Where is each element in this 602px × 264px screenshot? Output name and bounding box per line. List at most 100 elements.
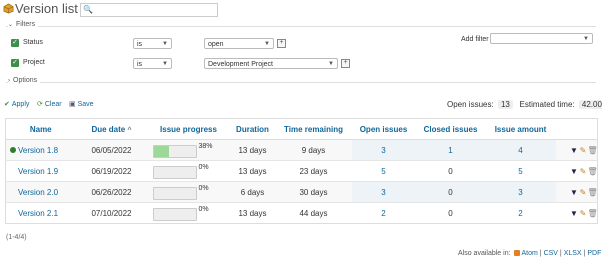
issue-progress-cell: 0% xyxy=(147,202,230,224)
status-toggle-multi-icon[interactable]: + xyxy=(277,39,286,48)
separator: | xyxy=(583,250,586,257)
version-name-cell[interactable]: Version 2.1 xyxy=(5,202,76,224)
export-csv-link[interactable]: CSV xyxy=(544,250,558,257)
column-header-closed-issues[interactable]: Closed issues xyxy=(415,118,486,140)
duration-cell: 13 days xyxy=(229,160,276,182)
column-header-name[interactable]: Name xyxy=(5,118,76,140)
closed-issues-cell[interactable]: 1 xyxy=(415,139,486,161)
filters-legend[interactable]: ⌄ Filters xyxy=(8,21,39,28)
export-pdf-link[interactable]: PDF xyxy=(587,250,601,257)
pencil-icon[interactable]: ✎ xyxy=(579,167,588,176)
project-toggle-multi-icon[interactable]: + xyxy=(341,59,350,68)
column-header-duration[interactable]: Duration xyxy=(229,118,276,140)
open-issues-link[interactable]: 2 xyxy=(381,209,385,218)
closed-issues-link[interactable]: 1 xyxy=(448,146,452,155)
add-filter-label: Add filter xyxy=(461,36,489,43)
table-row: Version 2.0 06/26/2022 0% 6 days 30 days… xyxy=(5,181,598,203)
filter-icon[interactable]: ▼ xyxy=(570,188,579,197)
column-header-time-remaining[interactable]: Time remaining xyxy=(275,118,352,140)
apply-button[interactable]: ✔ Apply xyxy=(4,100,29,108)
progress-percent: 0% xyxy=(198,206,209,213)
project-filter-checkbox[interactable]: ✓ xyxy=(11,59,19,67)
issue-amount-link[interactable]: 2 xyxy=(518,209,522,218)
issue-amount-cell[interactable]: 3 xyxy=(485,181,556,203)
version-name-cell[interactable]: Version 1.9 xyxy=(5,160,76,182)
column-header-actions xyxy=(555,118,598,140)
due-date-cell: 06/19/2022 xyxy=(75,160,148,182)
issue-amount-cell[interactable]: 4 xyxy=(485,139,556,161)
status-operator-value: is xyxy=(137,41,143,48)
table-row: Version 2.1 07/10/2022 0% 13 days 44 day… xyxy=(5,202,598,224)
open-issues-cell[interactable]: 3 xyxy=(351,139,416,161)
project-value-select[interactable]: Development Project ▼ xyxy=(204,58,338,69)
pencil-icon[interactable]: ✎ xyxy=(579,209,588,218)
options-legend[interactable]: › Options xyxy=(8,77,41,84)
clear-label: Clear xyxy=(44,101,62,108)
issue-progress-cell: 0% xyxy=(147,181,230,203)
estimated-time-label: Estimated time: xyxy=(519,100,575,109)
open-issues-link[interactable]: 5 xyxy=(381,167,385,176)
chevron-down-icon: ▼ xyxy=(328,61,334,67)
duration-cell: 13 days xyxy=(229,139,276,161)
closed-issues-cell: 0 xyxy=(415,160,486,182)
version-name-cell[interactable]: Version 2.0 xyxy=(5,181,76,203)
pencil-icon[interactable]: ✎ xyxy=(579,188,588,197)
project-operator-select[interactable]: is ▼ xyxy=(133,58,172,69)
trash-icon[interactable]: 🗑 xyxy=(588,209,598,218)
save-label: Save xyxy=(77,101,94,108)
row-actions-cell: ▼ ✎🗑 xyxy=(555,139,598,161)
open-issues-link[interactable]: 3 xyxy=(381,146,385,155)
search-icon: 🔍 xyxy=(83,5,93,14)
filter-icon[interactable]: ▼ xyxy=(570,209,579,218)
time-remaining-cell: 44 days xyxy=(275,202,352,224)
progress-fill xyxy=(153,146,170,157)
column-header-open-issues[interactable]: Open issues xyxy=(351,118,416,140)
open-issues-cell[interactable]: 5 xyxy=(351,160,416,182)
search-input[interactable]: 🔍 xyxy=(80,3,218,17)
trash-icon[interactable]: 🗑 xyxy=(588,146,598,155)
version-name-cell[interactable]: Version 1.8 xyxy=(5,139,76,161)
issue-amount-link[interactable]: 4 xyxy=(518,146,522,155)
export-atom-link[interactable]: Atom xyxy=(521,250,537,257)
issue-amount-link[interactable]: 5 xyxy=(518,167,522,176)
column-issue-amount-label: Issue amount xyxy=(494,124,547,134)
project-operator-value: is xyxy=(137,61,143,68)
version-name-link[interactable]: Version 1.9 xyxy=(18,167,58,176)
progress-bar xyxy=(152,145,197,158)
sort-asc-icon: ^ xyxy=(127,126,132,134)
status-operator-select[interactable]: is ▼ xyxy=(133,38,172,49)
table-row: Version 1.8 06/05/2022 38% 13 days 9 day… xyxy=(5,139,598,161)
export-xlsx-link[interactable]: XLSX xyxy=(564,250,582,257)
pencil-icon[interactable]: ✎ xyxy=(579,146,588,155)
status-value-select[interactable]: open ▼ xyxy=(204,38,274,49)
column-header-issue-amount[interactable]: Issue amount xyxy=(485,118,556,140)
filters-legend-label: Filters xyxy=(16,21,36,28)
filters-divider xyxy=(6,26,596,27)
status-filter-checkbox[interactable]: ✓ xyxy=(11,39,19,47)
version-name-link[interactable]: Version 2.0 xyxy=(18,188,58,197)
column-due-date-label: Due date xyxy=(91,124,126,134)
issue-amount-link[interactable]: 3 xyxy=(518,188,522,197)
column-header-due-date[interactable]: Due date ^ xyxy=(75,118,148,140)
filter-icon[interactable]: ▼ xyxy=(570,146,579,155)
due-date-cell: 06/05/2022 xyxy=(75,139,148,161)
package-icon xyxy=(3,3,14,14)
open-issues-link[interactable]: 3 xyxy=(381,188,385,197)
issue-amount-cell[interactable]: 5 xyxy=(485,160,556,182)
version-name-link[interactable]: Version 1.8 xyxy=(18,146,58,155)
trash-icon[interactable]: 🗑 xyxy=(588,188,598,197)
issue-amount-cell[interactable]: 2 xyxy=(485,202,556,224)
separator: | xyxy=(559,250,562,257)
column-closed-issues-label: Closed issues xyxy=(423,124,478,134)
progress-percent: 0% xyxy=(198,164,209,171)
trash-icon[interactable]: 🗑 xyxy=(588,167,598,176)
open-issues-cell[interactable]: 3 xyxy=(351,181,416,203)
filter-icon[interactable]: ▼ xyxy=(570,167,579,176)
add-filter-select[interactable]: ▼ xyxy=(490,33,593,44)
clear-button[interactable]: ⟳ Clear xyxy=(37,100,62,108)
estimated-time-value: 42.00 xyxy=(578,100,602,109)
open-issues-cell[interactable]: 2 xyxy=(351,202,416,224)
column-header-issue-progress[interactable]: Issue progress xyxy=(147,118,230,140)
version-name-link[interactable]: Version 2.1 xyxy=(18,209,58,218)
save-button[interactable]: ▣ Save xyxy=(69,100,94,108)
